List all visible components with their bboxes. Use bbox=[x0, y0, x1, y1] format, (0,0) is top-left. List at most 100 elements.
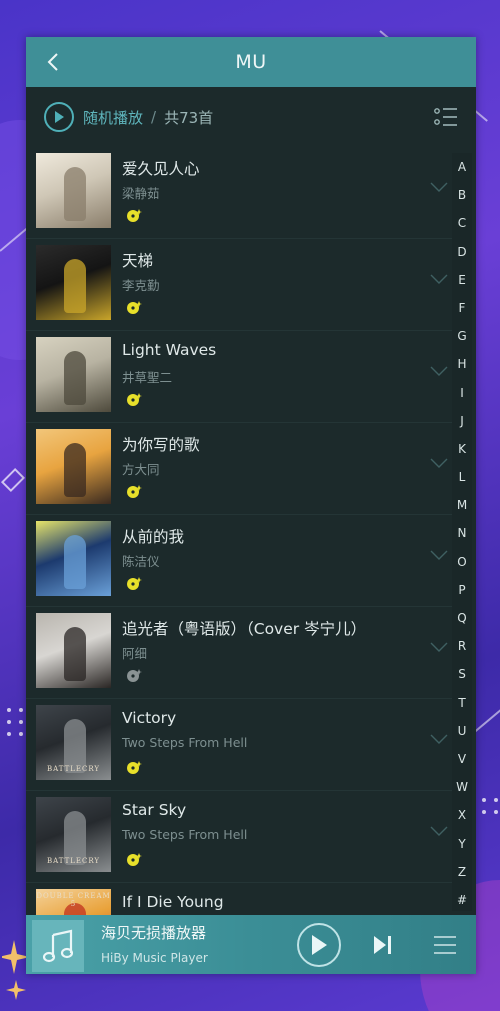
alphabet-index-letter[interactable]: V bbox=[458, 745, 466, 773]
alphabet-index-letter[interactable]: B bbox=[458, 181, 466, 209]
album-cover bbox=[36, 153, 111, 228]
alphabet-index-letter[interactable]: P bbox=[458, 576, 465, 604]
chevron-down-icon[interactable] bbox=[430, 733, 448, 745]
cover-text: BATTLECRY bbox=[46, 857, 101, 865]
album-cover: BATTLECRY bbox=[36, 797, 111, 872]
song-title: 天梯 bbox=[122, 252, 154, 270]
song-artist: 李克勤 bbox=[122, 278, 160, 293]
song-artist: 阿细 bbox=[122, 646, 148, 661]
alphabet-index-letter[interactable]: U bbox=[458, 717, 467, 745]
queue-button[interactable] bbox=[434, 935, 456, 955]
alphabet-index-letter[interactable]: Z bbox=[458, 858, 466, 886]
chevron-down-icon[interactable] bbox=[430, 273, 448, 285]
play-icon bbox=[312, 935, 327, 955]
alphabet-index-letter[interactable]: G bbox=[457, 322, 466, 350]
song-artist: Two Steps From Hell bbox=[122, 735, 248, 750]
alphabet-index-letter[interactable]: R bbox=[458, 632, 466, 660]
alphabet-index-letter[interactable]: W bbox=[456, 773, 468, 801]
chevron-left-icon bbox=[47, 53, 58, 71]
quality-badge-icon bbox=[127, 393, 142, 406]
cover-text: DOUBLE CREAM 5 bbox=[36, 892, 111, 908]
alphabet-index-letter[interactable]: X bbox=[458, 801, 466, 829]
song-title: 爱久见人心 bbox=[122, 160, 200, 178]
chevron-down-icon[interactable] bbox=[430, 181, 448, 193]
chevron-down-icon[interactable] bbox=[430, 825, 448, 837]
alphabet-index-letter[interactable]: E bbox=[458, 266, 466, 294]
quality-badge-icon bbox=[127, 669, 142, 682]
song-title: Light Waves bbox=[122, 341, 217, 359]
music-app-window: MU 随机播放 / 共73首 爱久见人心 梁静茹 天梯 李克勤 Light Waves 井… bbox=[26, 37, 476, 974]
shuffle-label[interactable]: 随机播放 bbox=[83, 107, 143, 128]
album-cover bbox=[36, 429, 111, 504]
alphabet-index[interactable]: A B C D E F G H I J K L M N O P Q R S T U V W X Y Z # bbox=[452, 153, 472, 911]
back-button[interactable] bbox=[38, 47, 68, 77]
song-row[interactable]: 天梯 李克勤 bbox=[26, 239, 454, 331]
shuffle-bar: 随机播放 / 共73首 bbox=[26, 87, 476, 147]
quality-badge-icon bbox=[127, 209, 142, 222]
alphabet-index-letter[interactable]: T bbox=[458, 689, 465, 717]
skip-next-icon bbox=[374, 936, 391, 954]
alphabet-index-letter[interactable]: F bbox=[459, 294, 466, 322]
song-title: Victory bbox=[122, 709, 177, 727]
song-title: 为你写的歌 bbox=[122, 436, 200, 454]
quality-badge-icon bbox=[127, 485, 142, 498]
album-cover: BATTLECRY bbox=[36, 705, 111, 780]
alphabet-index-letter[interactable]: J bbox=[460, 407, 464, 435]
song-title: 从前的我 bbox=[122, 528, 185, 546]
song-list: 爱久见人心梁静茹天梯李克勤 Light Waves 井草聖二为你写的歌 方大同从前的我… bbox=[26, 147, 454, 917]
alphabet-index-letter[interactable]: S bbox=[458, 660, 466, 688]
alphabet-index-letter[interactable]: L bbox=[459, 463, 466, 491]
alphabet-index-letter[interactable]: H bbox=[457, 350, 466, 378]
alphabet-index-letter[interactable]: C bbox=[458, 209, 466, 237]
music-note-icon bbox=[43, 929, 73, 963]
quality-badge-icon bbox=[127, 761, 142, 774]
song-row[interactable]: DOUBLE CREAM 5 If I Die Young bbox=[26, 883, 454, 917]
player-title: 海贝无损播放器 bbox=[101, 924, 207, 942]
title-bar: MU bbox=[26, 37, 476, 87]
cover-text: BATTLECRY bbox=[46, 765, 101, 773]
alphabet-index-letter[interactable]: O bbox=[457, 548, 466, 576]
song-row[interactable]: 爱久见人心 梁静茹 bbox=[26, 147, 454, 239]
separator: / bbox=[151, 108, 157, 126]
song-artist: 井草聖二 bbox=[122, 370, 173, 385]
page-title: MU bbox=[235, 51, 267, 73]
album-cover bbox=[36, 521, 111, 596]
song-row[interactable]: 从前的我 陈洁仪 bbox=[26, 515, 454, 607]
list-menu-icon bbox=[434, 108, 457, 126]
play-circle-icon bbox=[55, 111, 64, 123]
skip-next-button[interactable] bbox=[370, 934, 394, 956]
song-row[interactable]: BATTLECRY Star Sky Two Steps From Hell bbox=[26, 791, 454, 883]
alphabet-index-letter[interactable]: Y bbox=[458, 830, 465, 858]
song-row[interactable]: Light Waves 井草聖二 bbox=[26, 331, 454, 423]
song-artist: 梁静茹 bbox=[122, 186, 160, 201]
mini-player[interactable]: 海贝无损播放器 HiBy Music Player bbox=[26, 915, 476, 974]
alphabet-index-letter[interactable]: Q bbox=[457, 604, 466, 632]
song-artist: 陈洁仪 bbox=[122, 554, 160, 569]
alphabet-index-letter[interactable]: I bbox=[460, 379, 464, 407]
album-cover bbox=[36, 337, 111, 412]
album-cover: DOUBLE CREAM 5 bbox=[36, 889, 111, 917]
player-subtitle: HiBy Music Player bbox=[101, 951, 208, 965]
chevron-down-icon[interactable] bbox=[430, 365, 448, 377]
shuffle-play-button[interactable] bbox=[44, 102, 74, 132]
player-play-button[interactable] bbox=[297, 923, 341, 967]
alphabet-index-letter[interactable]: M bbox=[457, 491, 467, 519]
alphabet-index-letter[interactable]: N bbox=[458, 519, 467, 547]
song-count: 共73首 bbox=[164, 108, 214, 127]
chevron-down-icon[interactable] bbox=[430, 641, 448, 653]
quality-badge-icon bbox=[127, 577, 142, 590]
alphabet-index-letter[interactable]: A bbox=[458, 153, 466, 181]
song-title: 追光者（粤语版）（Cover 岑宁儿） bbox=[122, 620, 367, 638]
song-artist: Two Steps From Hell bbox=[122, 827, 248, 842]
alphabet-index-letter[interactable]: D bbox=[457, 238, 466, 266]
song-row[interactable]: 为你写的歌 方大同 bbox=[26, 423, 454, 515]
alphabet-index-letter[interactable]: # bbox=[457, 886, 467, 914]
list-menu-button[interactable] bbox=[434, 106, 458, 128]
song-title: Star Sky bbox=[122, 801, 187, 819]
alphabet-index-letter[interactable]: K bbox=[458, 435, 466, 463]
song-row[interactable]: BATTLECRY Victory Two Steps From Hell bbox=[26, 699, 454, 791]
chevron-down-icon[interactable] bbox=[430, 457, 448, 469]
chevron-down-icon[interactable] bbox=[430, 549, 448, 561]
album-cover bbox=[36, 245, 111, 320]
song-row[interactable]: 追光者（粤语版）（Cover 岑宁儿） 阿细 bbox=[26, 607, 454, 699]
